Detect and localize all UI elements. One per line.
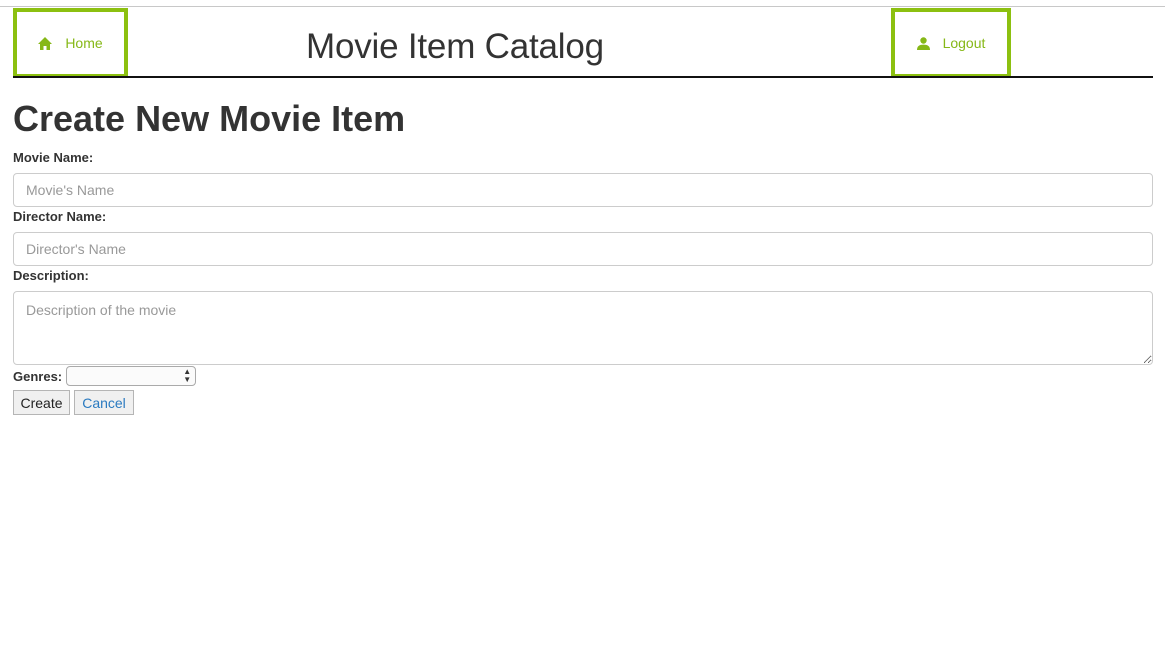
site-title: Movie Item Catalog <box>306 27 604 66</box>
home-label: Home <box>65 35 103 51</box>
user-icon <box>916 36 930 50</box>
cancel-button[interactable]: Cancel <box>74 390 134 415</box>
genres-select[interactable]: ▲ ▼ <box>66 366 197 386</box>
genres-label: Genres: <box>13 368 63 384</box>
description-textarea[interactable] <box>13 291 1153 365</box>
movie-name-input[interactable] <box>13 173 1153 207</box>
create-button[interactable]: Create <box>13 390 70 415</box>
description-label: Description: <box>13 268 89 283</box>
genres-row: Genres: ▲ ▼ <box>13 366 197 386</box>
director-name-input[interactable] <box>13 232 1153 266</box>
header-divider <box>13 76 1153 78</box>
logout-nav-button[interactable]: Logout <box>891 8 1011 78</box>
page-title: Create New Movie Item <box>13 98 406 139</box>
top-border <box>0 6 1165 7</box>
home-nav-button[interactable]: Home <box>13 8 128 78</box>
movie-name-label: Movie Name: <box>13 150 94 165</box>
select-arrows-icon: ▲ ▼ <box>183 367 192 384</box>
home-icon <box>38 36 53 50</box>
logout-label: Logout <box>942 35 986 51</box>
director-name-label: Director Name: <box>13 209 107 224</box>
